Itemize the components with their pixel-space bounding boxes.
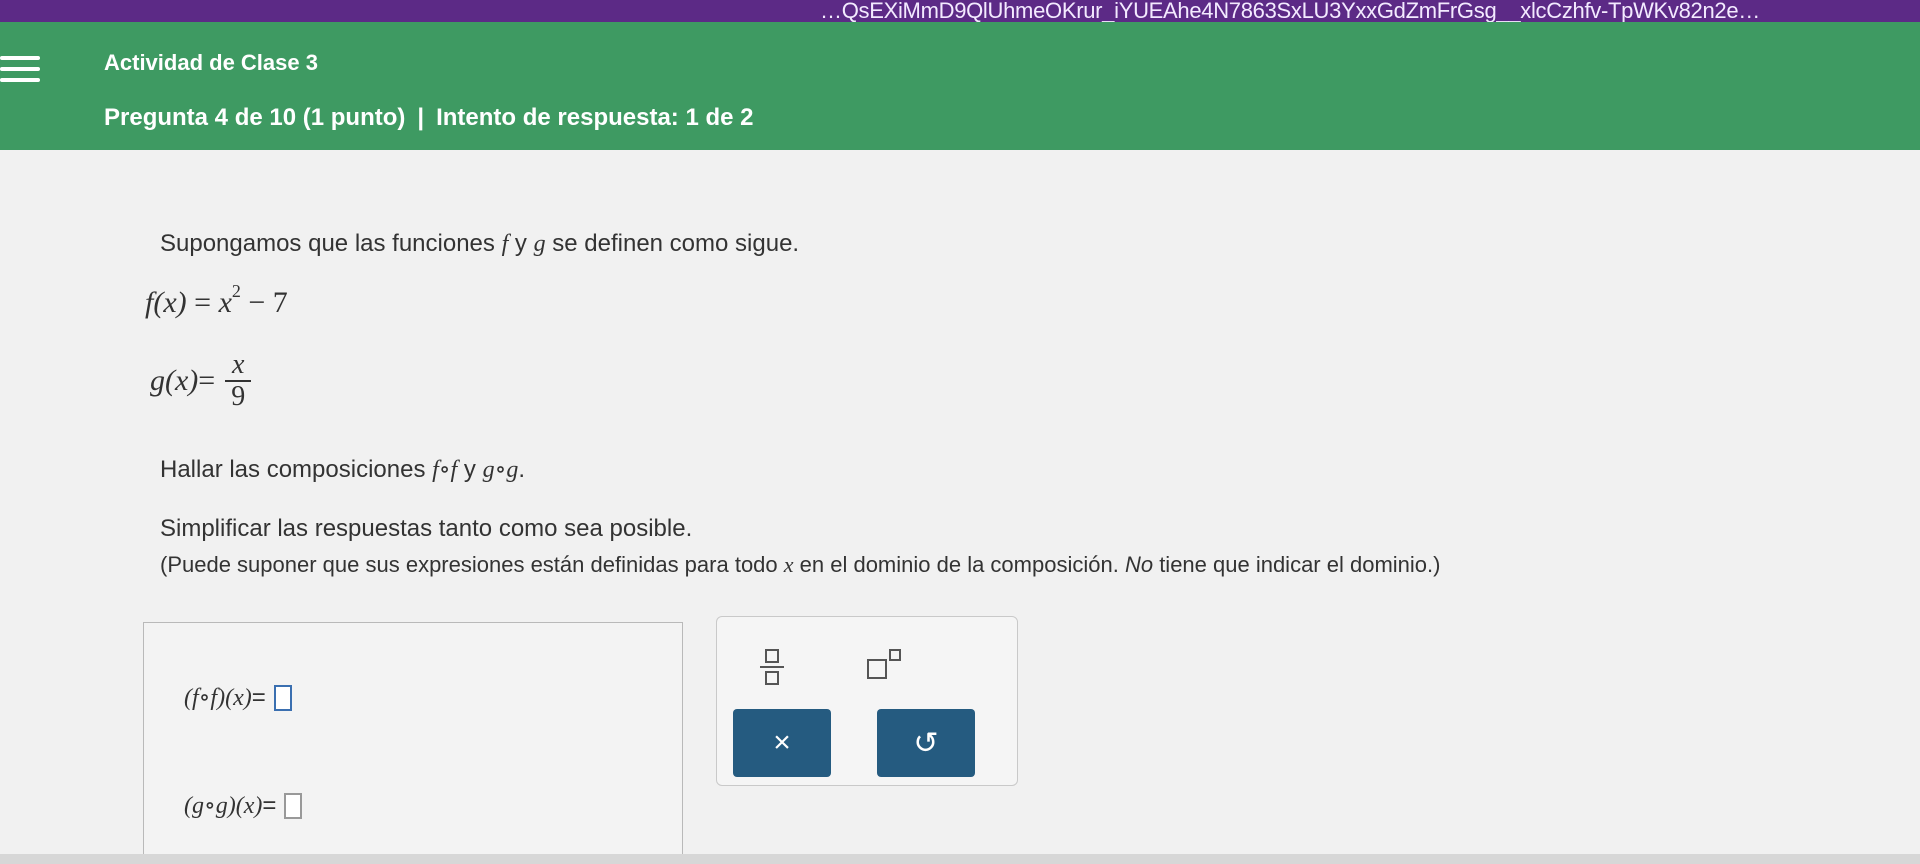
exponent-tool-icon[interactable]: [867, 647, 907, 687]
clear-button[interactable]: ×: [733, 709, 831, 777]
g-denominator: 9: [231, 381, 246, 412]
browser-url-bar[interactable]: …QsEXiMmD9QlUhmeOKrur_iYUEAhe4N7863SxLU3…: [0, 0, 1920, 22]
domain-note: (Puede suponer que sus expresiones están…: [160, 552, 1441, 577]
url-text: …QsEXiMmD9QlUhmeOKrur_iYUEAhe4N7863SxLU3…: [820, 0, 1760, 22]
activity-title: Actividad de Clase 3: [104, 50, 318, 75]
question-info: Pregunta 4 de 10 (1 punto): [104, 104, 406, 131]
math-toolbar: × ↺: [716, 616, 1018, 786]
app-header: Actividad de Clase 3 Pregunta 4 de 10 (1…: [0, 22, 1920, 150]
question-status: Pregunta 4 de 10 (1 punto) | Intento de re…: [104, 104, 754, 132]
g-numerator: x: [232, 349, 245, 380]
composition-instruction: Hallar las composiciones f∘f y g∘g.: [160, 456, 525, 483]
g-fraction: x 9: [225, 349, 252, 412]
gog-label: (g∘g)(x): [184, 793, 263, 819]
problem-intro: Supongamos que las funciones f y g se de…: [160, 230, 800, 257]
separator: |: [417, 104, 425, 131]
f-definition: f(x) = x2 − 7: [145, 281, 288, 319]
fof-answer-input[interactable]: [273, 684, 292, 711]
fof-label: (f∘f)(x): [184, 685, 252, 711]
undo-icon: ↺: [913, 726, 939, 760]
fof-answer-row: (f∘f)(x) =: [184, 683, 292, 712]
close-icon: ×: [773, 726, 791, 759]
question-content: Supongamos que las funciones f y g se de…: [0, 150, 1920, 864]
gog-answer-input[interactable]: [284, 792, 303, 819]
gog-answer-row: (g∘g)(x) =: [184, 791, 303, 820]
answer-area: (f∘f)(x) = (g∘g)(x) =: [143, 622, 683, 856]
g-definition: g(x) = x 9: [150, 349, 252, 412]
fraction-tool-icon[interactable]: [757, 645, 787, 689]
attempt-info: Intento de respuesta: 1 de 2: [436, 104, 754, 131]
simplify-instruction: Simplificar las respuestas tanto como se…: [160, 515, 693, 542]
undo-button[interactable]: ↺: [877, 709, 975, 777]
hamburger-menu-icon[interactable]: [0, 52, 40, 86]
bottom-scroll-area: [0, 854, 1920, 864]
